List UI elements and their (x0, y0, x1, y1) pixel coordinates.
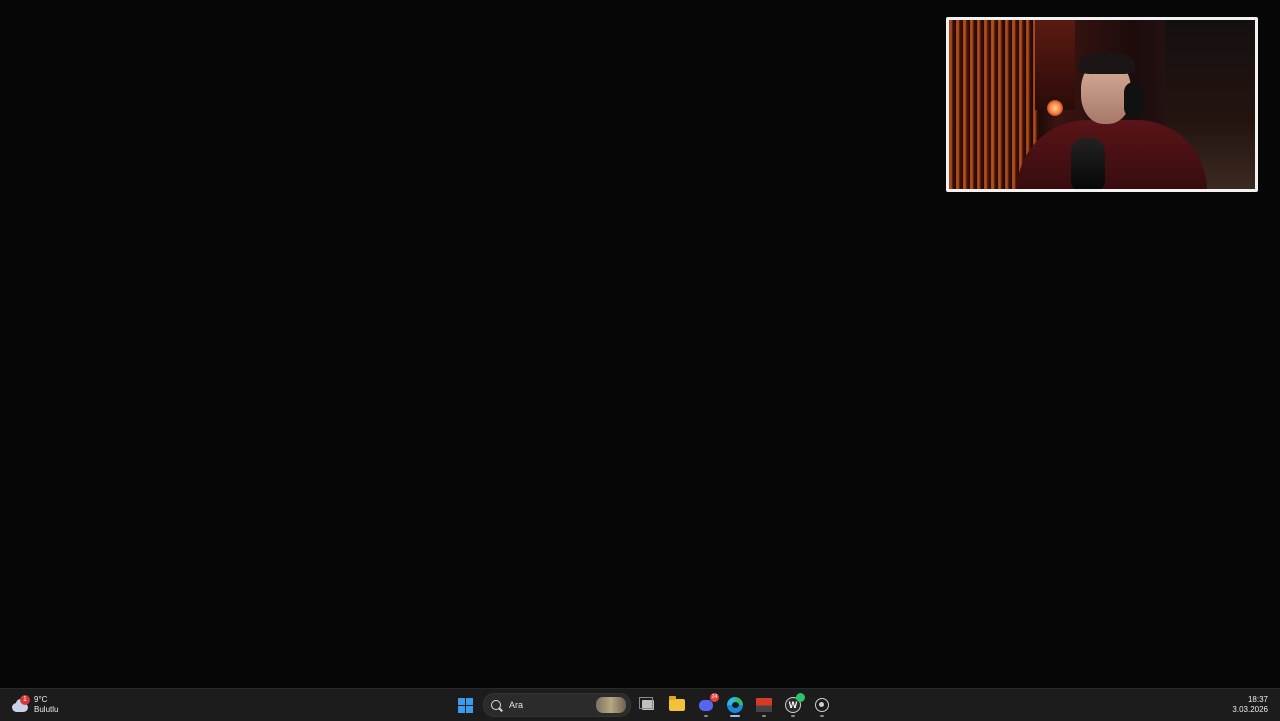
file-explorer-button[interactable] (664, 693, 690, 717)
clock-date: 3.03.2026 (1232, 705, 1268, 714)
discord-button[interactable]: 24 (693, 692, 719, 717)
edge-button[interactable] (722, 693, 748, 717)
edge-icon (727, 697, 743, 713)
headphone (1124, 82, 1144, 118)
weather-temperature: 9°C (34, 695, 48, 704)
lamp (1047, 100, 1063, 116)
w-app-icon: W (785, 693, 805, 713)
discord-badge: 24 (710, 692, 719, 702)
task-view-button[interactable] (635, 693, 661, 717)
media-app-icon (756, 698, 772, 712)
discord-icon: 24 (699, 692, 719, 711)
search-placeholder: Ara (509, 700, 524, 710)
cloud-icon: 1 (10, 695, 30, 713)
system-clock[interactable]: 18:37 3.03.2026 (1232, 695, 1268, 715)
taskbar-center: Ara 24 W (452, 692, 838, 717)
w-app-button[interactable]: W (780, 693, 806, 717)
taskbar: 1 9°C Bulutlu Ara 24 W 18:37 3.03.2026 (0, 688, 1280, 721)
shelf (1035, 20, 1075, 110)
person-hair (1079, 52, 1135, 74)
search-highlight-image (596, 697, 626, 713)
search-box[interactable]: Ara (483, 693, 631, 717)
search-icon (491, 700, 501, 710)
weather-badge: 1 (20, 695, 30, 705)
folder-icon (669, 696, 685, 711)
webcam-overlay (946, 17, 1258, 192)
microphone (1071, 138, 1105, 189)
obs-button[interactable] (809, 693, 835, 717)
clock-time: 18:37 (1247, 695, 1268, 704)
obs-icon (815, 698, 829, 712)
task-view-icon (639, 697, 654, 710)
weather-condition: Bulutlu (34, 705, 59, 714)
weather-widget[interactable]: 1 9°C Bulutlu (10, 693, 58, 717)
windows-logo-icon (457, 697, 473, 713)
start-button[interactable] (452, 693, 478, 717)
media-app-button[interactable] (751, 693, 777, 717)
